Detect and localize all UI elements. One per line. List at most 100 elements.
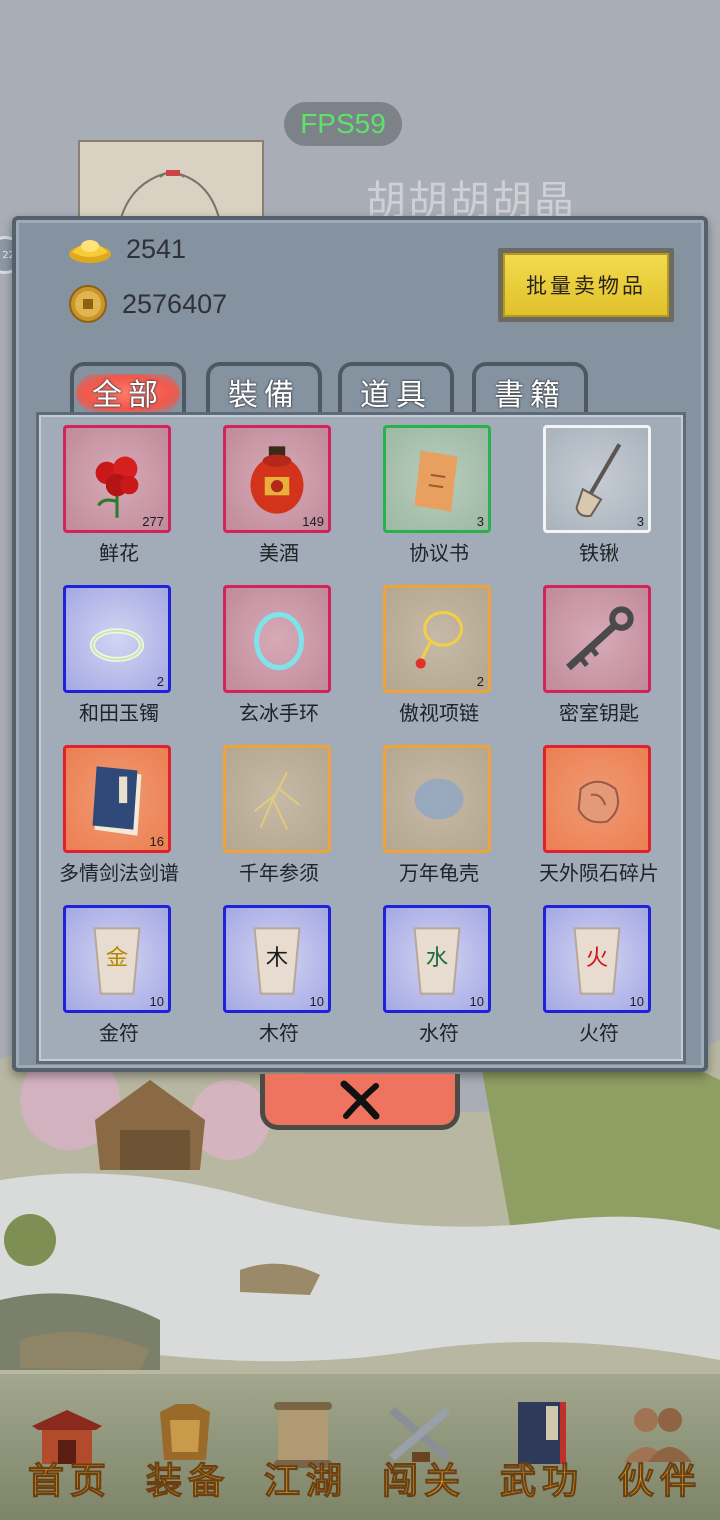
batch-sell-button[interactable]: 批量卖物品: [498, 248, 674, 322]
item-name: 千年参须: [239, 861, 319, 885]
item-name: 多情剑法剑谱: [59, 861, 179, 885]
item-frame: 3: [543, 425, 651, 533]
item-frame: 2: [63, 585, 171, 693]
item-frame: [223, 745, 331, 853]
nav-equipment[interactable]: 装备: [128, 1374, 238, 1520]
item-name: 火符: [579, 1021, 619, 1045]
item-count: 3: [476, 514, 484, 529]
meteorite-icon: [577, 780, 620, 824]
nav-home[interactable]: 首页: [10, 1374, 120, 1520]
item-frame: 金 10: [63, 905, 171, 1013]
close-icon: [340, 1080, 380, 1119]
item-slot-secret-key[interactable]: 密室钥匙: [519, 575, 659, 725]
item-slot-wood-talisman[interactable]: 木 10 木符: [199, 895, 339, 1045]
tab-equipment[interactable]: 裝備: [206, 362, 322, 418]
item-frame: [223, 585, 331, 693]
contract-icon: [414, 450, 458, 512]
item-count: 16: [149, 834, 164, 849]
item-frame: 16: [63, 745, 171, 853]
item-slot-flower[interactable]: 277 鲜花: [39, 415, 179, 565]
item-name: 玄冰手环: [239, 701, 319, 725]
tab-all[interactable]: 全部: [70, 362, 186, 418]
item-frame: 木 10: [223, 905, 331, 1013]
item-slot-water-talisman[interactable]: 水 10 水符: [359, 895, 499, 1045]
item-slot-necklace[interactable]: 2 傲视项链: [359, 575, 499, 725]
item-name: 天外陨石碎片: [539, 861, 659, 885]
item-slot-contract[interactable]: 3 协议书: [359, 415, 499, 565]
item-name: 水符: [419, 1021, 459, 1045]
tab-label: 道具: [360, 378, 432, 413]
item-slot-wine[interactable]: 149 美酒: [199, 415, 339, 565]
coin-row: 2576407: [68, 284, 227, 324]
item-count: 10: [149, 994, 164, 1009]
tab-label: 全部: [92, 378, 164, 413]
tab-label: 裝備: [228, 378, 300, 413]
item-slot-meteorite[interactable]: 天外陨石碎片: [519, 735, 659, 885]
nav-label: 闯关: [381, 1460, 466, 1503]
bottom-navigation: 首页 装备 江湖 闯关 武功 伙伴: [0, 1374, 720, 1520]
item-name: 美酒: [259, 541, 299, 565]
item-slot-jade-bracelet[interactable]: 2 和田玉镯: [39, 575, 179, 725]
item-slot-sword-manual[interactable]: 16 多情剑法剑谱: [39, 735, 179, 885]
item-grid: 277 鲜花 149 美酒 3 协议书 3 铁锹 2 和田玉镯 玄冰手环 2 傲…: [36, 412, 686, 1064]
nav-label: 江湖: [263, 1460, 348, 1503]
item-count: 277: [142, 514, 164, 529]
item-name: 万年龟壳: [399, 861, 479, 885]
shovel-icon: [575, 443, 622, 518]
item-frame: 149: [223, 425, 331, 533]
turtle-shell-icon: [414, 778, 464, 820]
copper-coin-icon: [69, 285, 107, 323]
item-count: 10: [629, 994, 644, 1009]
tab-books[interactable]: 書籍: [472, 362, 588, 418]
item-name: 协议书: [409, 541, 469, 565]
tab-label: 書籍: [494, 378, 566, 413]
item-count: 10: [309, 994, 324, 1009]
item-slot-fire-talisman[interactable]: 火 10 火符: [519, 895, 659, 1045]
nav-partners[interactable]: 伙伴: [600, 1374, 710, 1520]
item-name: 和田玉镯: [79, 701, 159, 725]
jade-bracelet-icon: [89, 628, 145, 662]
item-name: 木符: [259, 1021, 299, 1045]
tab-props[interactable]: 道具: [338, 362, 454, 418]
nav-label: 伙伴: [617, 1460, 702, 1503]
item-name: 铁锹: [579, 541, 619, 565]
item-frame: 水 10: [383, 905, 491, 1013]
item-name: 密室钥匙: [559, 701, 639, 725]
nav-label: 首页: [27, 1460, 112, 1503]
item-count: 3: [636, 514, 644, 529]
item-slot-ice-bracelet[interactable]: 玄冰手环: [199, 575, 339, 725]
nav-label: 装备: [145, 1460, 230, 1503]
item-name: 金符: [99, 1021, 139, 1045]
fps-counter: FPS59: [284, 102, 402, 146]
talisman-glyph: 木: [266, 945, 288, 971]
item-slot-gold-talisman[interactable]: 金 10 金符: [39, 895, 179, 1045]
nav-challenge[interactable]: 闯关: [364, 1374, 474, 1520]
inventory-panel: 2541 2576407 批量卖物品 全部 裝備 道具 書籍 277 鲜花 14…: [12, 216, 708, 1072]
gold-ingot-icon: [69, 240, 111, 263]
coin-amount: 2576407: [122, 288, 228, 319]
item-slot-shovel[interactable]: 3 铁锹: [519, 415, 659, 565]
player-portrait: [78, 140, 264, 220]
item-slot-turtle-shell[interactable]: 万年龟壳: [359, 735, 499, 885]
item-frame: 3: [383, 425, 491, 533]
ginseng-icon: [253, 771, 301, 831]
nav-jianghu[interactable]: 江湖: [246, 1374, 356, 1520]
item-slot-ginseng[interactable]: 千年参须: [199, 735, 339, 885]
key-icon: [566, 606, 634, 671]
portrait-sketch-icon: [119, 170, 221, 220]
item-frame: [543, 745, 651, 853]
item-name: 傲视项链: [399, 701, 479, 725]
talisman-glyph: 火: [586, 945, 608, 971]
close-button[interactable]: [260, 1074, 460, 1130]
item-count: 149: [302, 514, 324, 529]
item-count: 2: [476, 674, 484, 689]
item-name: 鲜花: [99, 541, 139, 565]
necklace-icon: [415, 610, 464, 669]
nav-martial-arts[interactable]: 武功: [482, 1374, 592, 1520]
talisman-glyph: 金: [106, 945, 128, 971]
item-frame: 277: [63, 425, 171, 533]
item-frame: [383, 745, 491, 853]
item-count: 2: [156, 674, 164, 689]
nav-label: 武功: [499, 1460, 584, 1503]
gold-amount: 2541: [126, 233, 187, 264]
